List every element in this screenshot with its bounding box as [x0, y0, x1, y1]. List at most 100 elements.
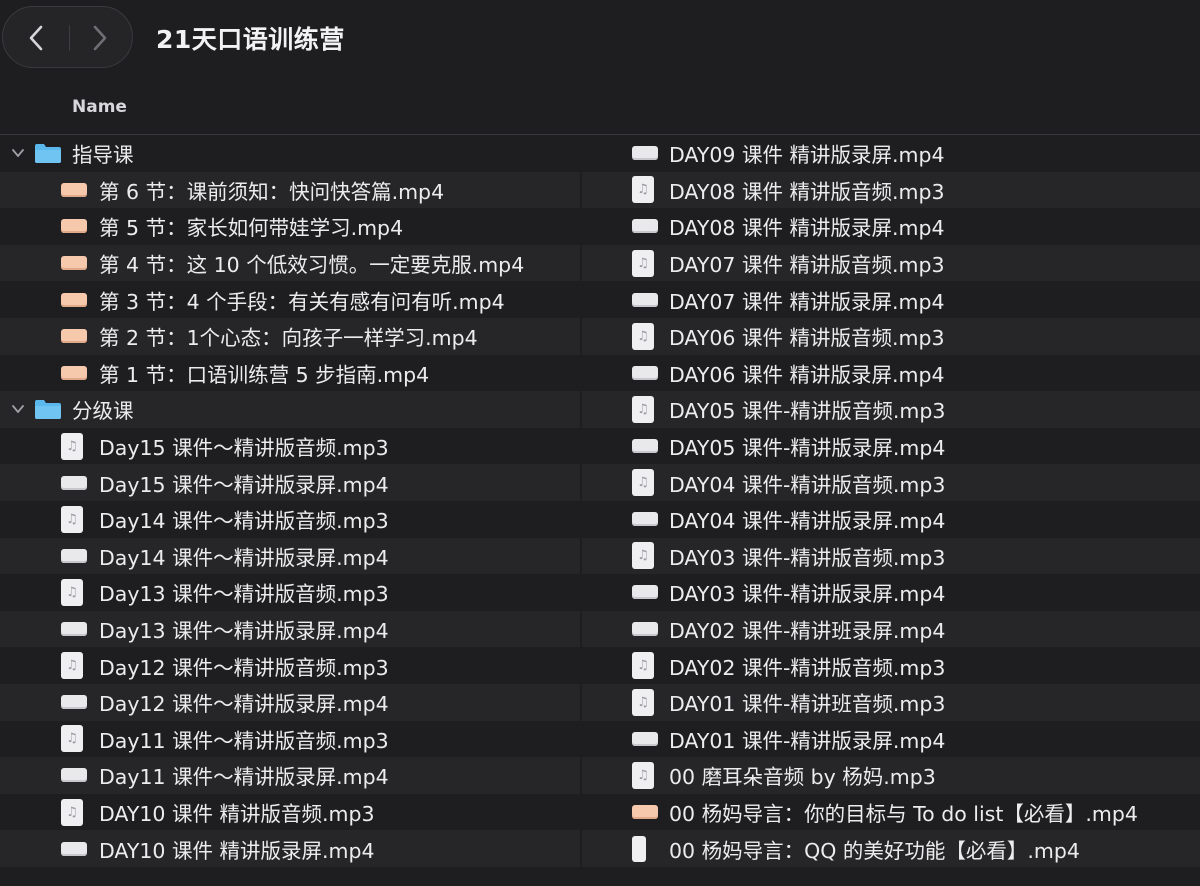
video-file-icon — [61, 475, 87, 490]
audio-file-icon: ♫ — [632, 761, 654, 789]
file-row[interactable]: DAY08 课件 精讲版录屏.mp4 — [582, 208, 1200, 245]
file-row[interactable]: DAY09 课件 精讲版录屏.mp4 — [582, 135, 1200, 172]
file-label: Day15 课件～精讲版音频.mp3 — [99, 436, 389, 461]
video-file-icon — [61, 365, 87, 380]
chevron-down-icon[interactable] — [10, 401, 26, 417]
video-file-icon — [632, 585, 658, 600]
file-row[interactable]: 第 4 节：这 10 个低效习惯。一定要克服.mp4 — [0, 244, 580, 282]
folder-row[interactable]: 分级课 — [0, 391, 580, 428]
chevron-down-icon[interactable] — [10, 145, 26, 161]
toolbar: 21天口语训练营 — [0, 0, 1200, 78]
file-label: DAY03 课件-精讲版音频.mp3 — [669, 545, 946, 570]
file-row[interactable]: DAY05 课件-精讲版录屏.mp4 — [582, 428, 1200, 465]
file-label: Day14 课件～精讲版录屏.mp4 — [99, 545, 389, 570]
file-row[interactable]: 第 2 节：1个心态：向孩子一样学习.mp4 — [0, 318, 580, 355]
file-row[interactable]: Day12 课件～精讲版录屏.mp4 — [0, 684, 580, 721]
file-row[interactable]: Day13 课件～精讲版录屏.mp4 — [0, 610, 580, 648]
file-label: DAY06 课件 精讲版音频.mp3 — [669, 326, 945, 351]
file-label: DAY03 课件-精讲版录屏.mp4 — [669, 582, 946, 607]
file-row[interactable]: Day14 课件～精讲版录屏.mp4 — [0, 537, 580, 575]
phone-video-file-icon — [632, 835, 646, 862]
file-list: 指导课第 6 节：课前须知：快问快答篇.mp4 第 5 节：家长如何带娃学习.mp… — [0, 135, 1200, 886]
audio-file-icon: ♫ — [632, 395, 654, 423]
file-label: DAY04 课件-精讲版录屏.mp4 — [669, 509, 946, 534]
file-row[interactable]: DAY01 课件-精讲版录屏.mp4 — [582, 721, 1200, 758]
video-file-icon — [61, 219, 87, 234]
file-row[interactable]: DAY03 课件-精讲版录屏.mp4 — [582, 574, 1200, 611]
navigation-group — [2, 6, 133, 68]
file-row[interactable]: ♫ Day13 课件～精讲版音频.mp3 — [0, 574, 580, 611]
file-row[interactable]: 第 3 节：4 个手段：有关有感有问有听.mp4 — [0, 281, 580, 318]
file-row[interactable]: 00 杨妈导言：你的目标与 To do list【必看】.mp4 — [582, 794, 1200, 831]
file-row[interactable]: 00 杨妈导言：QQ 的美好功能【必看】.mp4 — [582, 830, 1200, 867]
file-label: DAY09 课件 精讲版录屏.mp4 — [669, 143, 945, 168]
video-file-icon — [632, 439, 658, 454]
file-row[interactable]: ♫ DAY04 课件-精讲版音频.mp3 — [582, 464, 1200, 501]
file-label: DAY02 课件-精讲班录屏.mp4 — [669, 619, 946, 644]
file-row[interactable]: DAY04 课件-精讲版录屏.mp4 — [582, 501, 1200, 538]
chevron-left-icon — [29, 25, 43, 51]
folder-label: 指导课 — [72, 143, 134, 168]
file-row[interactable]: ♫ DAY07 课件 精讲版音频.mp3 — [582, 244, 1200, 282]
file-row[interactable]: ♫ 00 磨耳朵音频 by 杨妈.mp3 — [582, 757, 1200, 794]
file-row[interactable]: 第 1 节：口语训练营 5 步指南.mp4 — [0, 355, 580, 392]
file-row[interactable]: ♫ Day12 课件～精讲版音频.mp3 — [0, 647, 580, 684]
name-column-header[interactable]: Name — [72, 97, 127, 117]
video-file-icon — [632, 731, 658, 746]
file-label: Day14 课件～精讲版音频.mp3 — [99, 509, 389, 534]
file-label: 第 4 节：这 10 个低效习惯。一定要克服.mp4 — [99, 253, 525, 278]
audio-file-icon: ♫ — [632, 249, 654, 277]
file-row[interactable]: ♫ Day15 课件～精讲版音频.mp3 — [0, 428, 580, 465]
video-file-icon — [632, 292, 658, 307]
file-row[interactable]: DAY07 课件 精讲版录屏.mp4 — [582, 281, 1200, 318]
file-row[interactable]: 第 6 节：课前须知：快问快答篇.mp4 — [0, 171, 580, 209]
file-row[interactable]: Day11 课件～精讲版录屏.mp4 — [0, 757, 580, 794]
file-row[interactable]: DAY06 课件 精讲版录屏.mp4 — [582, 355, 1200, 392]
file-label: DAY07 课件 精讲版录屏.mp4 — [669, 289, 945, 314]
video-file-icon — [61, 695, 87, 710]
file-label: Day11 课件～精讲版音频.mp3 — [99, 728, 389, 753]
video-file-icon — [632, 512, 658, 527]
audio-file-icon: ♫ — [61, 432, 83, 460]
folder-icon — [35, 400, 61, 420]
video-file-icon — [632, 146, 658, 161]
file-label: Day11 课件～精讲版录屏.mp4 — [99, 765, 389, 790]
video-file-icon — [61, 292, 87, 307]
file-row[interactable]: ♫ DAY02 课件-精讲版音频.mp3 — [582, 647, 1200, 684]
audio-file-icon: ♫ — [61, 505, 83, 533]
video-file-icon — [61, 841, 87, 856]
file-label: 第 2 节：1个心态：向孩子一样学习.mp4 — [99, 326, 478, 351]
file-row[interactable]: Day15 课件～精讲版录屏.mp4 — [0, 464, 580, 501]
file-row[interactable]: ♫ DAY05 课件-精讲版音频.mp3 — [582, 391, 1200, 428]
folder-row[interactable]: 指导课 — [0, 135, 580, 172]
file-row[interactable]: ♫ Day14 课件～精讲版音频.mp3 — [0, 501, 580, 538]
video-file-icon — [61, 182, 87, 197]
chevron-right-icon — [93, 25, 107, 51]
file-row[interactable]: ♫ DAY08 课件 精讲版音频.mp3 — [582, 171, 1200, 209]
file-label: DAY10 课件 精讲版录屏.mp4 — [99, 838, 375, 863]
file-row[interactable]: ♫ DAY01 课件-精讲班音频.mp3 — [582, 684, 1200, 721]
file-row[interactable]: ♫ DAY06 课件 精讲版音频.mp3 — [582, 318, 1200, 355]
file-row[interactable]: DAY10 课件 精讲版录屏.mp4 — [0, 830, 580, 867]
audio-file-icon: ♫ — [61, 725, 83, 753]
file-row[interactable]: 第 5 节：家长如何带娃学习.mp4 — [0, 208, 580, 245]
file-row[interactable]: ♫ DAY03 课件-精讲版音频.mp3 — [582, 537, 1200, 575]
file-label: DAY01 课件-精讲班音频.mp3 — [669, 692, 946, 717]
file-row[interactable]: ♫ Day11 课件～精讲版音频.mp3 — [0, 721, 580, 758]
file-label: DAY01 课件-精讲版录屏.mp4 — [669, 728, 946, 753]
file-row[interactable]: ♫ DAY10 课件 精讲版音频.mp3 — [0, 794, 580, 831]
back-button[interactable] — [19, 21, 53, 55]
file-label: DAY02 课件-精讲版音频.mp3 — [669, 655, 946, 680]
file-label: DAY07 课件 精讲版音频.mp3 — [669, 253, 945, 278]
audio-file-icon: ♫ — [61, 652, 83, 680]
video-file-icon — [632, 219, 658, 234]
file-label: 00 杨妈导言：你的目标与 To do list【必看】.mp4 — [669, 802, 1138, 827]
file-label: Day12 课件～精讲版音频.mp3 — [99, 655, 389, 680]
forward-button[interactable] — [83, 21, 117, 55]
file-row[interactable]: DAY02 课件-精讲班录屏.mp4 — [582, 610, 1200, 648]
file-label: 第 3 节：4 个手段：有关有感有问有听.mp4 — [99, 289, 505, 314]
file-label: Day13 课件～精讲版音频.mp3 — [99, 582, 389, 607]
video-file-icon — [632, 622, 658, 637]
video-file-icon — [61, 256, 87, 271]
file-label: 第 1 节：口语训练营 5 步指南.mp4 — [99, 362, 430, 387]
